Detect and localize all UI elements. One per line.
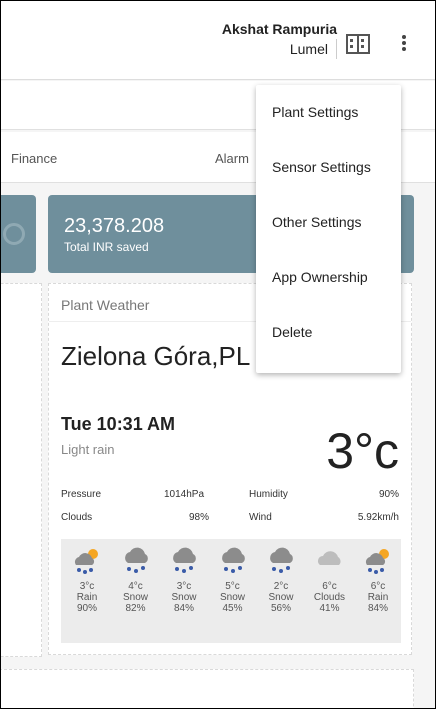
- forecast-temp: 6°c: [370, 581, 386, 592]
- forecast-day: 3°c Snow 84%: [160, 545, 208, 614]
- cloud-icon: [306, 545, 354, 579]
- humidity-label: Humidity: [249, 489, 288, 500]
- building-icon[interactable]: [346, 33, 370, 60]
- app-frame: Akshat Rampuria Lumel Finance Alarm 23,3…: [0, 0, 436, 709]
- snow-cloud-icon: [112, 545, 160, 579]
- forecast-condition: Snow: [122, 592, 148, 603]
- forecast-day: 3°c Rain 90%: [63, 545, 111, 614]
- clouds-label: Clouds: [61, 512, 93, 523]
- kpi-label: Total INR saved: [64, 240, 149, 254]
- top-bar: Akshat Rampuria Lumel: [1, 1, 435, 80]
- wind-value: 5.92km/h: [357, 512, 399, 523]
- rain-sun-icon: [63, 545, 111, 579]
- forecast-day: 5°c Snow 45%: [209, 545, 257, 614]
- bottom-panel: [1, 669, 414, 708]
- rain-sun-icon: [354, 545, 402, 579]
- kpi-value: 23,378.208: [64, 215, 165, 237]
- menu-item-app-ownership[interactable]: App Ownership: [256, 250, 401, 305]
- menu-item-sensor-settings[interactable]: Sensor Settings: [256, 140, 401, 195]
- forecast-strip: 3°c Rain 90% 4°c Snow 82% 3°c Snow 84% 5°c Snow 45%…: [61, 539, 401, 643]
- forecast-temp: 5°c: [225, 581, 240, 592]
- forecast-percent: 84%: [367, 603, 388, 614]
- snow-cloud-icon: [257, 545, 305, 579]
- forecast-condition: Snow: [171, 592, 197, 603]
- weather-description: Light rain: [61, 442, 115, 457]
- forecast-percent: 41%: [319, 603, 340, 614]
- tab-finance[interactable]: Finance: [11, 151, 57, 166]
- forecast-temp: 3°c: [79, 581, 95, 592]
- tab-alarm[interactable]: Alarm: [215, 151, 249, 166]
- forecast-condition: Clouds: [313, 592, 346, 603]
- org-name: Lumel: [222, 39, 337, 59]
- forecast-percent: 56%: [270, 603, 291, 614]
- panel-title: Plant Weather: [61, 297, 150, 313]
- humidity-value: 90%: [378, 489, 399, 500]
- forecast-condition: Snow: [219, 592, 245, 603]
- user-name: Akshat Rampuria: [221, 21, 337, 37]
- forecast-temp: 2°c: [273, 581, 289, 592]
- user-info[interactable]: Akshat Rampuria Lumel: [222, 19, 337, 59]
- pressure-label: Pressure: [61, 489, 102, 500]
- forecast-condition: Rain: [367, 592, 389, 603]
- settings-menu: Plant Settings Sensor Settings Other Set…: [256, 85, 401, 373]
- weather-city: Zielona Góra,PL: [61, 341, 251, 371]
- forecast-day: 6°c Clouds 41%: [306, 545, 354, 614]
- forecast-percent: 84%: [173, 603, 194, 614]
- menu-item-other-settings[interactable]: Other Settings: [256, 195, 401, 250]
- left-panel-partial: [1, 283, 42, 657]
- more-options-icon[interactable]: [399, 33, 409, 53]
- weather-time: Tue 10:31 AM: [61, 414, 176, 434]
- forecast-day: 2°c Snow 56%: [257, 545, 305, 614]
- forecast-percent: 82%: [125, 603, 146, 614]
- forecast-temp: 4°c: [128, 581, 143, 592]
- forecast-percent: 45%: [222, 603, 243, 614]
- ring-icon: [3, 223, 25, 245]
- menu-item-plant-settings[interactable]: Plant Settings: [256, 85, 401, 140]
- forecast-condition: Snow: [268, 592, 294, 603]
- menu-item-delete[interactable]: Delete: [256, 305, 401, 360]
- forecast-temp: 3°c: [176, 581, 192, 592]
- forecast-temp: 6°c: [322, 581, 337, 592]
- forecast-day: 4°c Snow 82%: [112, 545, 160, 614]
- snow-cloud-icon: [209, 545, 257, 579]
- forecast-day: 6°c Rain 84%: [354, 545, 402, 614]
- kpi-card-partial: [1, 195, 36, 273]
- pressure-value: 1014hPa: [164, 489, 205, 500]
- forecast-condition: Rain: [76, 592, 98, 603]
- clouds-value: 98%: [189, 512, 210, 523]
- wind-label: Wind: [249, 512, 272, 523]
- current-temperature: 3°c: [326, 423, 399, 479]
- forecast-percent: 90%: [76, 603, 97, 614]
- snow-cloud-icon: [160, 545, 208, 579]
